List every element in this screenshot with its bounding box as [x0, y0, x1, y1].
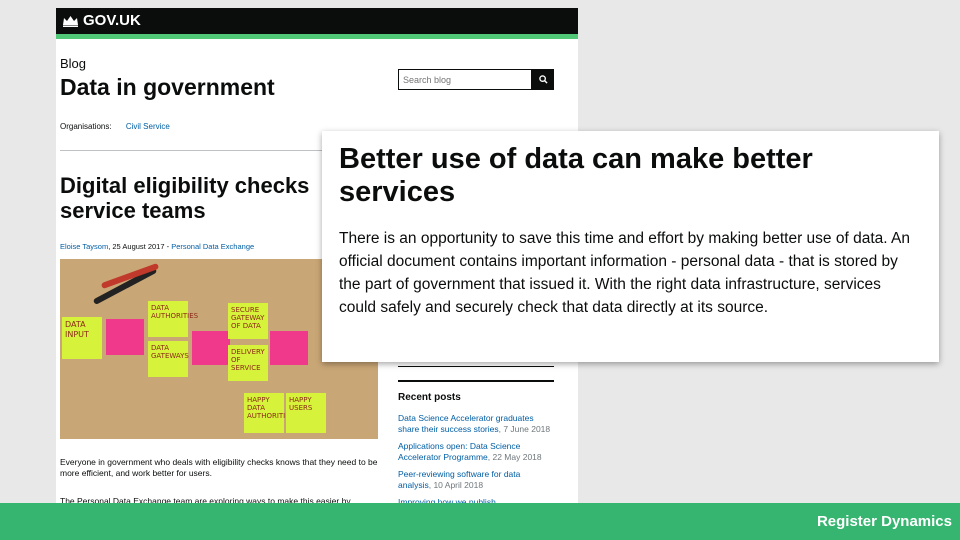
callout-body: There is an opportunity to save this tim… — [339, 230, 910, 316]
govuk-logo[interactable]: GOV.UK — [62, 12, 141, 29]
organisations-label: Organisations: — [60, 122, 112, 131]
header-accent-bar — [56, 34, 578, 39]
blog-section-label: Blog — [60, 56, 87, 71]
brand-name: Register Dynamics — [816, 513, 952, 530]
post-byline: Eloise Taysom, 25 August 2017 - Personal… — [60, 242, 254, 251]
post-it-note: SECURE GATEWAY OF DATA — [228, 303, 268, 339]
list-item: Data Science Accelerator graduates share… — [398, 413, 554, 435]
callout-title: Better use of data can make better servi… — [339, 143, 813, 208]
organisations: Organisations: Civil Service — [60, 122, 170, 131]
recent-post-date: , 10 April 2018 — [428, 480, 484, 490]
post-it-note: DATA GATEWAYS — [148, 341, 189, 377]
category-link[interactable]: Personal Data Exchange — [171, 242, 254, 251]
post-it-note: HAPPY USERS — [286, 393, 326, 433]
slide-footer: Register Dynamics — [0, 503, 960, 540]
recent-posts-list: Data Science Accelerator graduates share… — [398, 413, 554, 514]
govuk-header: GOV.UK — [56, 8, 578, 34]
search-icon — [538, 75, 548, 84]
quote-callout: Better use of data can make better servi… — [322, 131, 939, 362]
list-item: Peer-reviewing software for data analysi… — [398, 469, 554, 491]
post-it-note — [192, 331, 230, 365]
post-it-note — [270, 331, 308, 365]
list-item: Applications open: Data Science Accelera… — [398, 441, 554, 463]
search-input[interactable] — [398, 69, 532, 90]
post-it-note — [106, 319, 144, 355]
recent-posts-title: Recent posts — [398, 392, 461, 403]
crown-icon — [63, 16, 78, 27]
recent-post-date: , 7 June 2018 — [498, 424, 551, 434]
author-link[interactable]: Eloise Taysom — [60, 242, 108, 251]
recent-posts-rule — [398, 380, 554, 382]
post-it-note: DATA INPUT — [62, 317, 102, 359]
govuk-logo-text: GOV.UK — [83, 12, 141, 29]
search-button[interactable] — [532, 69, 554, 90]
post-date: , 25 August 2017 - — [108, 242, 172, 251]
organisation-link[interactable]: Civil Service — [126, 122, 170, 131]
post-it-note: DELIVERY OF SERVICE — [228, 345, 268, 381]
post-it-note: HAPPY DATA AUTHORITIES — [244, 393, 294, 433]
post-paragraph: Everyone in government who deals with el… — [60, 457, 378, 478]
recent-post-date: , 22 May 2018 — [487, 452, 542, 462]
blog-title[interactable]: Data in government — [60, 74, 275, 101]
post-it-note: DATA AUTHORITIES — [148, 301, 198, 337]
blog-search — [398, 69, 554, 90]
